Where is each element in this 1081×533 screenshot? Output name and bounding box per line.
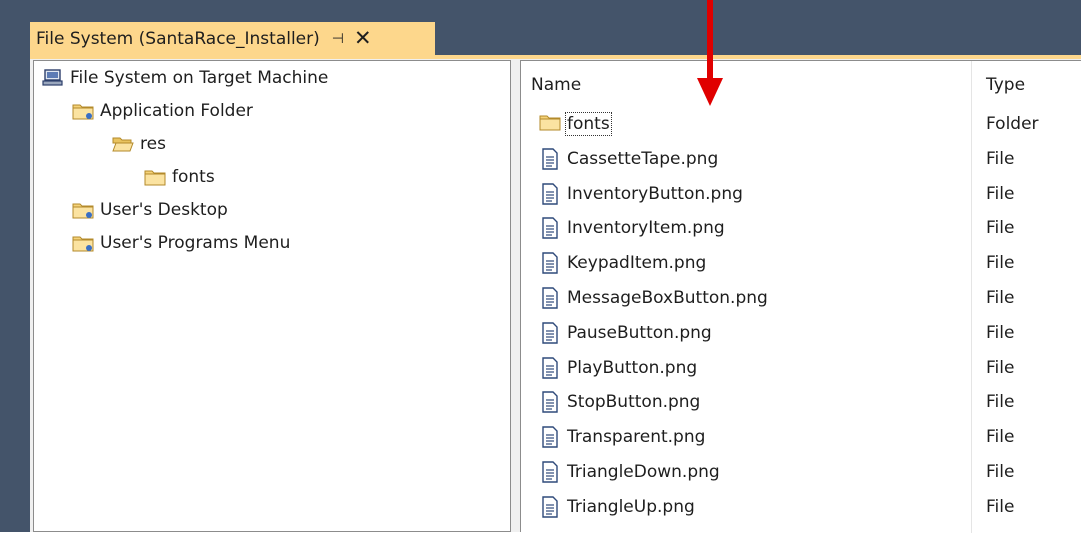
column-type-label: Type (986, 75, 1026, 95)
folder-icon (144, 168, 166, 186)
tree-item[interactable]: fonts (144, 162, 215, 192)
list-item-name-text: KeypadItem.png (567, 253, 707, 274)
list-item-name: KeypadItem.png (539, 252, 706, 274)
list-item-type: File (986, 253, 1015, 274)
tree-item[interactable]: File System on Target Machine (42, 63, 328, 93)
list-item[interactable]: Transparent.png File (521, 420, 1081, 454)
file-icon (539, 426, 561, 448)
list-item-name-text: Transparent.png (567, 427, 706, 448)
list-item-type: File (986, 427, 1015, 448)
list-item[interactable]: MessageBoxButton.png File (521, 281, 1081, 315)
list-item-name-text: TriangleUp.png (567, 496, 695, 517)
list-item-type: Folder (986, 114, 1039, 134)
list-item-name: InventoryItem.png (539, 217, 725, 240)
list-item-type: File (986, 322, 1015, 343)
file-icon (539, 356, 561, 379)
list-item-name-text: fonts (565, 112, 612, 136)
list-item[interactable]: fonts Folder (521, 107, 1081, 141)
file-icon (539, 182, 561, 205)
folder-icon (539, 113, 561, 135)
column-header-name[interactable]: Name (521, 61, 971, 109)
list-item-name: TriangleUp.png (539, 496, 695, 518)
list-item-name: MessageBoxButton.png (539, 287, 768, 309)
list-item[interactable]: CassetteTape.png File (521, 142, 1081, 176)
list-item-name: PauseButton.png (539, 322, 712, 344)
tree-item-label: User's Programs Menu (100, 233, 291, 253)
list-item[interactable]: StopButton.png File (521, 385, 1081, 419)
list-item-name-text: InventoryButton.png (567, 183, 743, 204)
list-item-type: File (986, 148, 1015, 169)
special-folder-icon (72, 234, 94, 252)
tab-title: File System (SantaRace_Installer) (36, 28, 320, 49)
column-header-type[interactable]: Type (976, 61, 1081, 109)
list-item-name-text: PauseButton.png (567, 322, 712, 343)
list-item-name: StopButton.png (539, 391, 701, 414)
list-item-name: fonts (539, 112, 612, 136)
folder-tree: File System on Target Machine Application… (33, 60, 511, 532)
file-list: Name Type fonts Folder CassetteTape.png Fil… (520, 60, 1081, 533)
tree-item-label: File System on Target Machine (70, 68, 329, 88)
file-icon (539, 461, 561, 483)
list-item[interactable]: InventoryButton.png File (521, 177, 1081, 211)
list-item-name-text: InventoryItem.png (567, 218, 725, 239)
file-icon (539, 148, 561, 170)
list-item-name-text: StopButton.png (567, 392, 701, 413)
tree-item-label: res (140, 134, 166, 154)
list-item-name-text: TriangleDown.png (567, 462, 720, 482)
tree-item-label: User's Desktop (100, 200, 228, 220)
list-item[interactable]: PauseButton.png File (521, 316, 1081, 350)
computer-icon (42, 69, 64, 87)
pin-icon[interactable]: ⊣ (332, 31, 344, 47)
list-item-type: File (986, 183, 1015, 204)
special-folder-icon (72, 102, 94, 120)
list-item-type: File (986, 288, 1015, 308)
tree-item[interactable]: User's Desktop (72, 195, 228, 225)
list-item-type: File (986, 462, 1015, 482)
list-item-name: InventoryButton.png (539, 182, 743, 205)
close-icon[interactable]: ✕ (354, 28, 372, 49)
file-icon (539, 287, 561, 309)
special-folder-icon (72, 201, 94, 219)
tree-item-label: fonts (172, 167, 215, 187)
tab-file-system[interactable]: File System (SantaRace_Installer) ⊣ ✕ (30, 22, 435, 55)
list-item-name-text: PlayButton.png (567, 357, 698, 378)
file-icon (539, 252, 561, 274)
tree-item[interactable]: res (112, 129, 166, 159)
list-item-type: File (986, 392, 1015, 413)
file-icon (539, 322, 561, 344)
list-item[interactable]: PlayButton.png File (521, 351, 1081, 385)
list-item[interactable]: InventoryItem.png File (521, 211, 1081, 245)
list-item-name: CassetteTape.png (539, 148, 718, 170)
list-item-type: File (986, 218, 1015, 239)
open-folder-icon (112, 135, 134, 153)
annotation-arrow-icon (697, 0, 723, 106)
tree-item[interactable]: User's Programs Menu (72, 228, 290, 258)
list-item-type: File (986, 357, 1015, 378)
list-item-name-text: MessageBoxButton.png (567, 288, 768, 308)
tree-item[interactable]: Application Folder (72, 96, 253, 126)
list-item-name: PlayButton.png (539, 356, 698, 379)
file-icon (539, 217, 561, 240)
list-item[interactable]: KeypadItem.png File (521, 246, 1081, 280)
list-item-name: TriangleDown.png (539, 461, 720, 483)
tree-item-label: Application Folder (100, 101, 253, 121)
list-item-name: Transparent.png (539, 426, 705, 448)
list-item-type: File (986, 496, 1015, 517)
file-icon (539, 391, 561, 414)
list-item[interactable]: TriangleDown.png File (521, 455, 1081, 489)
column-name-label: Name (531, 75, 582, 95)
list-item[interactable]: TriangleUp.png File (521, 490, 1081, 524)
list-item-name-text: CassetteTape.png (567, 148, 719, 169)
file-icon (539, 496, 561, 518)
